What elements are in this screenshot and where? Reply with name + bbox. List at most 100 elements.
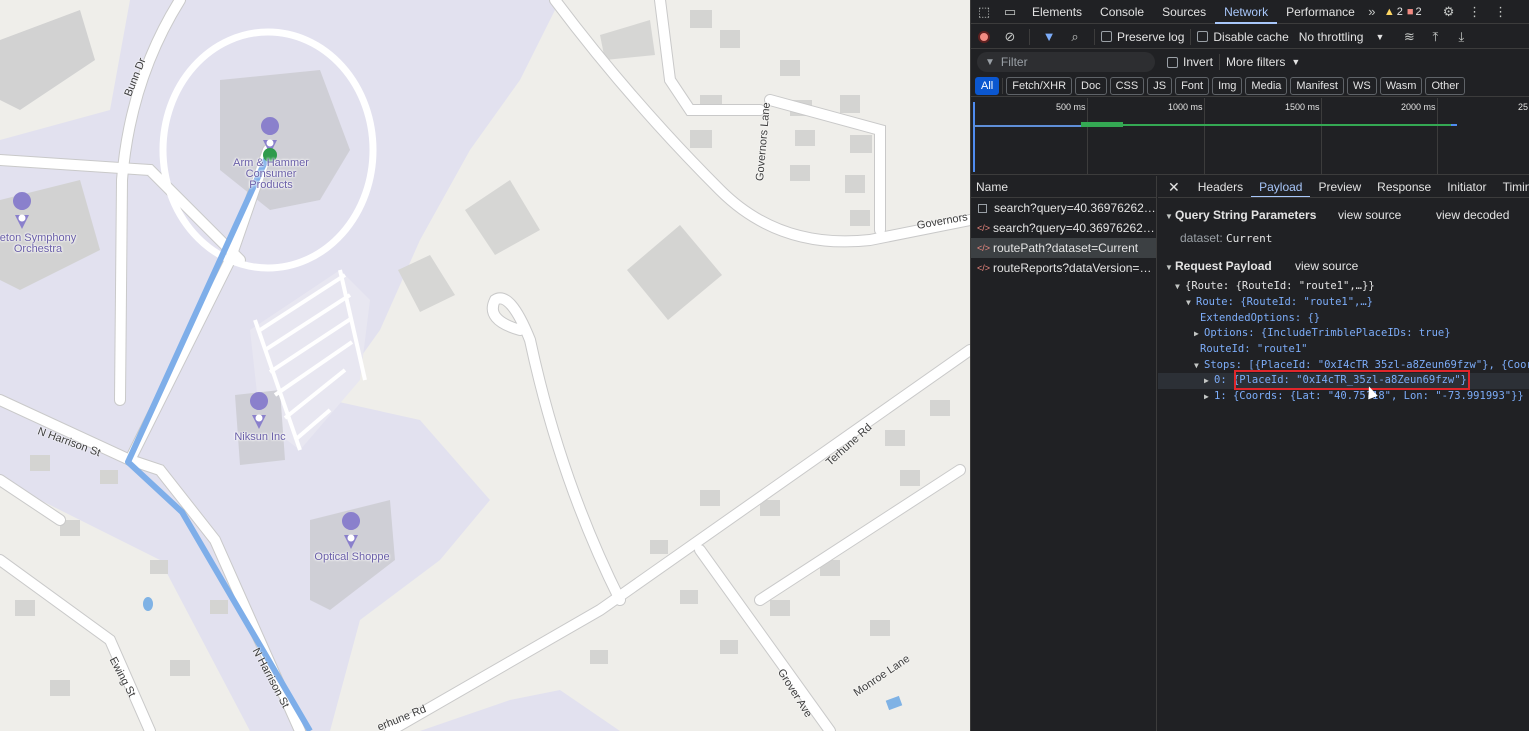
- node-text: ExtendedOptions: {}: [1200, 312, 1321, 324]
- invert-label: Invert: [1183, 55, 1214, 69]
- divider: [1002, 77, 1004, 94]
- errors-badge[interactable]: ■ 2: [1407, 6, 1422, 18]
- water: [885, 695, 903, 711]
- request-details: ✕ Headers Payload Preview Response Initi…: [1158, 176, 1529, 731]
- type-filter-manifest[interactable]: Manifest: [1290, 76, 1344, 95]
- payload-tree-node[interactable]: ▼ Route: {RouteId: "route1",…}: [1186, 296, 1373, 308]
- type-filter-wasm[interactable]: Wasm: [1379, 76, 1423, 95]
- tab-console[interactable]: Console: [1091, 0, 1153, 24]
- type-filter-all[interactable]: All: [975, 76, 1000, 95]
- type-filter-css[interactable]: CSS: [1109, 76, 1145, 95]
- network-overview-timeline[interactable]: 500 ms 1000 ms 1500 ms 2000 ms 25: [971, 98, 1529, 175]
- tab-payload[interactable]: Payload: [1251, 176, 1311, 197]
- type-filter-js[interactable]: JS: [1147, 76, 1173, 95]
- timeline-bar: [1081, 122, 1123, 127]
- request-row[interactable]: </> search?query=40.3697626233...: [971, 218, 1156, 238]
- view-decoded-link[interactable]: view decoded: [1436, 208, 1509, 222]
- error-icon: ■: [1406, 5, 1414, 18]
- more-tabs-icon[interactable]: »: [1364, 0, 1380, 24]
- export-har-button[interactable]: ⤓: [1448, 25, 1474, 49]
- close-icon[interactable]: ✕: [1158, 176, 1190, 197]
- request-name: search?query=40.3697626233...: [993, 221, 1156, 235]
- poi-label-niksun[interactable]: Niksun Inc: [220, 432, 300, 443]
- tab-sources[interactable]: Sources: [1153, 0, 1215, 24]
- tab-initiator[interactable]: Initiator: [1439, 176, 1494, 197]
- request-row-selected[interactable]: </> routePath?dataset=Current: [971, 238, 1156, 258]
- payload-tree-node[interactable]: ▶ Options: {IncludeTrimblePlaceIDs: true}: [1194, 327, 1451, 339]
- tab-performance[interactable]: Performance: [1277, 0, 1364, 24]
- fetch-icon: </>: [977, 263, 991, 273]
- tab-headers[interactable]: Headers: [1190, 176, 1251, 197]
- payload-tree-node[interactable]: ▼ {Route: {RouteId: "route1",…}}: [1175, 280, 1375, 292]
- view-source-link[interactable]: view source: [1338, 208, 1401, 222]
- preserve-log-checkbox[interactable]: Preserve log: [1101, 30, 1184, 44]
- device-toolbar-icon[interactable]: ▭: [997, 0, 1023, 24]
- type-filter-fetch-xhr[interactable]: Fetch/XHR: [1006, 76, 1073, 95]
- map-view[interactable]: Arm & Hammer Consumer Products Niksun In…: [0, 0, 970, 731]
- network-toolbar: ⊘ ▼ ⌕ Preserve log Disable cache No thro…: [971, 25, 1529, 49]
- payload-tree-node[interactable]: ▶ 1: {Coords: {Lat: "40.75?18", Lon: "-73…: [1204, 390, 1524, 402]
- payload-tree-leaf: RouteId: "route1": [1200, 343, 1307, 355]
- poi-label-arm-hammer[interactable]: Arm & Hammer Consumer Products: [223, 158, 319, 191]
- timeline-bar: [1451, 124, 1457, 126]
- type-filter-ws[interactable]: WS: [1346, 76, 1377, 95]
- throttling-select[interactable]: No throttling ▼: [1299, 30, 1385, 44]
- tab-preview[interactable]: Preview: [1310, 176, 1369, 197]
- warning-icon: ▲: [1383, 5, 1395, 18]
- settings-gear-icon[interactable]: ⚙: [1436, 0, 1462, 24]
- clear-button[interactable]: ⊘: [997, 25, 1023, 49]
- checkbox-icon: [1197, 31, 1209, 42]
- timeline-tick-label: 25: [1518, 102, 1529, 112]
- building: [627, 225, 722, 320]
- dock-icon[interactable]: ⋮: [1488, 0, 1514, 24]
- tab-timing[interactable]: Timin: [1495, 176, 1529, 197]
- tab-network[interactable]: Network: [1215, 0, 1278, 24]
- more-filters-dropdown[interactable]: More filters ▼: [1226, 55, 1300, 69]
- kebab-menu-icon[interactable]: ⋮: [1462, 0, 1488, 24]
- filter-input[interactable]: ▼ Filter: [977, 52, 1155, 72]
- record-button[interactable]: [971, 25, 997, 49]
- timeline-bar: [1081, 124, 1451, 126]
- request-row[interactable]: </> routeReports?dataVersion=Cu...: [971, 258, 1156, 278]
- poi-label-optical[interactable]: Optical Shoppe: [300, 552, 404, 563]
- clear-icon: ⊘: [1004, 28, 1016, 44]
- expand-arrow-icon: ▼: [1165, 263, 1173, 272]
- map-canvas[interactable]: [0, 0, 970, 731]
- highlight-box: [1234, 370, 1470, 390]
- warnings-badge[interactable]: ▲ 2: [1384, 6, 1403, 18]
- dropdown-arrow-icon: ▼: [1291, 57, 1301, 67]
- request-name: routePath?dataset=Current: [993, 241, 1139, 255]
- node-text: Route: {RouteId: "route1",…}: [1196, 296, 1374, 308]
- name-column-header[interactable]: Name: [971, 176, 1156, 198]
- disable-cache-checkbox[interactable]: Disable cache: [1197, 29, 1289, 44]
- filter-placeholder: Filter: [1000, 55, 1028, 69]
- invert-checkbox[interactable]: Invert: [1167, 55, 1213, 69]
- type-filter-font[interactable]: Font: [1175, 76, 1210, 95]
- detail-tabs: ✕ Headers Payload Preview Response Initi…: [1158, 176, 1529, 198]
- param-value: Current: [1226, 232, 1273, 245]
- search-button[interactable]: ⌕: [1062, 25, 1088, 49]
- poi-label-symphony[interactable]: eton Symphony Orchestra: [0, 233, 78, 255]
- disable-cache-label: Disable cache: [1213, 29, 1289, 44]
- import-har-button[interactable]: ⤒: [1422, 25, 1448, 49]
- request-row[interactable]: search?query=40.3697626233...: [971, 198, 1156, 218]
- request-name: search?query=40.3697626233...: [994, 201, 1156, 215]
- network-conditions-button[interactable]: ≋: [1396, 25, 1422, 49]
- type-filter-media[interactable]: Media: [1245, 76, 1288, 95]
- expand-arrow-icon: ▼: [1165, 212, 1173, 221]
- query-string-section[interactable]: ▼ Query String Parameters: [1165, 208, 1316, 222]
- section-title: Request Payload: [1175, 259, 1272, 273]
- timeline-gridline: [1437, 98, 1438, 174]
- fetch-icon: </>: [977, 243, 991, 253]
- divider: [1190, 28, 1192, 45]
- payload-view-source-link[interactable]: view source: [1295, 259, 1358, 273]
- request-payload-section[interactable]: ▼ Request Payload: [1165, 259, 1272, 273]
- tab-elements[interactable]: Elements: [1023, 0, 1091, 24]
- type-filter-doc[interactable]: Doc: [1075, 76, 1107, 95]
- warnings-count: 2: [1396, 5, 1403, 18]
- type-filter-other[interactable]: Other: [1425, 76, 1465, 95]
- inspect-element-icon[interactable]: ⬚: [971, 0, 997, 24]
- filter-toggle-button[interactable]: ▼: [1036, 25, 1062, 49]
- tab-response[interactable]: Response: [1369, 176, 1439, 197]
- type-filter-img[interactable]: Img: [1212, 76, 1243, 95]
